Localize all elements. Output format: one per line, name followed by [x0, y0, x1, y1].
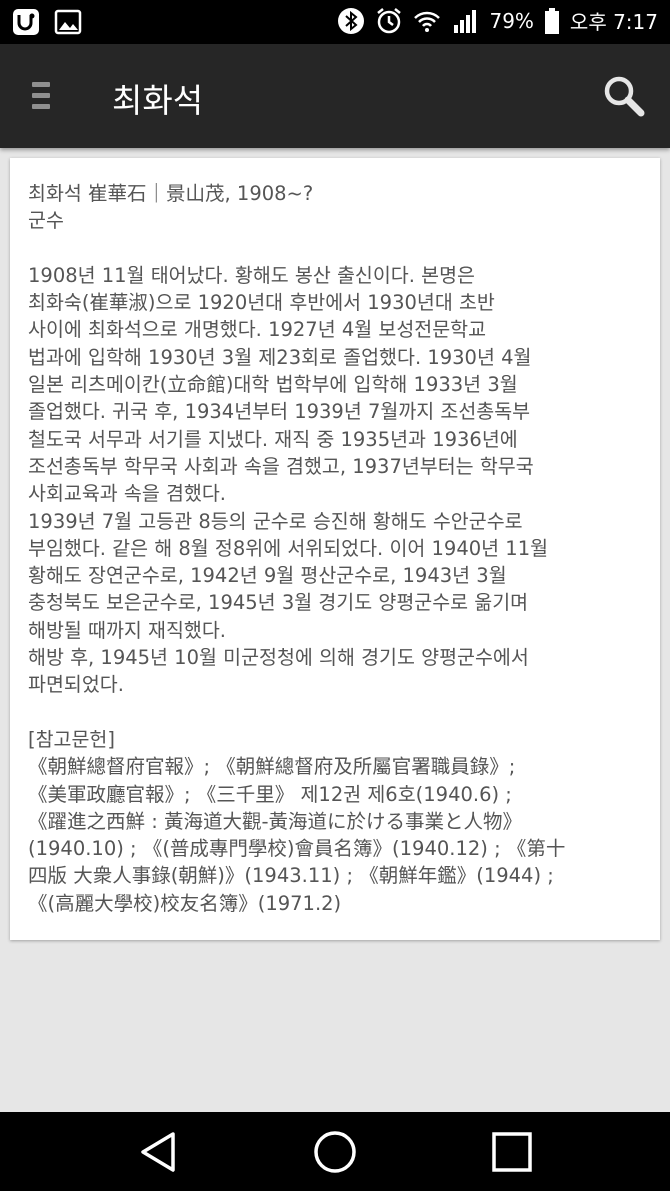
- article-line: (1940.10) ; 《(普成專門學校)會員名簿》(1940.12) ; 《第…: [28, 837, 566, 861]
- article-line: 《躍進之西鮮 : 黃海道大觀-黃海道に於ける事業と人物》: [28, 809, 523, 833]
- status-bar: 79% 오후 7:17: [0, 0, 670, 44]
- navigation-bar: [0, 1112, 670, 1191]
- article-line: 졸업했다. 귀국 후, 1934년부터 1939년 7월까지 조선총독부: [28, 400, 531, 424]
- article-line: 1939년 7월 고등관 8등의 군수로 승진해 황해도 수안군수로: [28, 509, 523, 533]
- home-icon[interactable]: [309, 1126, 361, 1178]
- recents-icon[interactable]: [486, 1126, 538, 1178]
- article-line: 파면되었다.: [28, 673, 124, 697]
- article-line: 일본 리츠메이칸(立命館)대학 법학부에 입학해 1933년 3월: [28, 373, 518, 397]
- clock: 오후 7:17: [569, 10, 658, 34]
- article-line: 《美軍政廳官報》; 《三千里》 제12권 제6호(1940.6) ;: [28, 782, 512, 806]
- article-line: 사회교육과 속을 겸했다.: [28, 482, 226, 506]
- status-bar-right: 79% 오후 7:17: [337, 6, 658, 35]
- article-line: 四版 大衆人事錄(朝鮮)》(1943.11) ; 《朝鮮年鑑》(1944) ;: [28, 864, 554, 888]
- article-line: 사이에 최화석으로 개명했다. 1927년 4월 보성전문학교: [28, 318, 487, 342]
- article-line: 최화숙(崔華淑)으로 1920년대 후반에서 1930년대 초반: [28, 291, 495, 315]
- image-icon: [54, 9, 82, 35]
- page-title: 최화석: [112, 81, 204, 120]
- battery-icon: [544, 7, 559, 34]
- hamburger-menu-icon[interactable]: [32, 80, 58, 112]
- article-line: 조선총독부 학무국 사회과 속을 겸했고, 1937년부터는 학무국: [28, 454, 534, 478]
- alarm-icon: [377, 7, 402, 33]
- article-line: 충청북도 보은군수로, 1945년 3월 경기도 양평군수로 옮기며: [28, 591, 529, 615]
- article-card: 최화석 崔華石｜景山茂, 1908~? 군수 1908년 11월 태어났다. 황해도…: [10, 158, 660, 940]
- article-line: 법과에 입학해 1930년 3월 제23회로 졸업했다. 1930년 4월: [28, 345, 532, 369]
- article-line: 《(高麗大學校)校友名簿》(1971.2): [28, 891, 342, 915]
- article-line: 《朝鮮總督府官報》; 《朝鮮總督府及所屬官署職員錄》;: [28, 755, 516, 779]
- bluetooth-icon: [338, 7, 365, 34]
- uplus-icon: [13, 9, 39, 35]
- search-icon[interactable]: [600, 72, 648, 120]
- battery-percent: 79%: [489, 8, 534, 33]
- article-body: 최화석 崔華石｜景山茂, 1908~? 군수 1908년 11월 태어났다. 황해도…: [28, 180, 646, 917]
- article-line: 황해도 장연군수로, 1942년 9월 평산군수로, 1943년 3월: [28, 564, 507, 588]
- wifi-icon: [414, 11, 441, 32]
- status-bar-left: [12, 8, 82, 36]
- article-line: 해방될 때까지 재직했다.: [28, 618, 226, 642]
- article-line: 철도국 서무과 서기를 지냈다. 재직 중 1935년과 1936년에: [28, 427, 518, 451]
- app-bar: 최화석: [0, 44, 670, 148]
- back-icon[interactable]: [133, 1126, 185, 1178]
- article-line: 1908년 11월 태어났다. 황해도 봉산 출신이다. 본명은: [28, 263, 475, 287]
- article-line: 해방 후, 1945년 10월 미군정청에 의해 경기도 양평군수에서: [28, 646, 529, 670]
- signal-icon: [454, 9, 477, 33]
- article-line: 부임했다. 같은 해 8월 정8위에 서위되었다. 이어 1940년 11월: [28, 536, 549, 560]
- article-line: [참고문헌]: [28, 727, 115, 751]
- article-line: 군수: [28, 209, 64, 233]
- article-line: 최화석 崔華石｜景山茂, 1908~?: [28, 182, 314, 205]
